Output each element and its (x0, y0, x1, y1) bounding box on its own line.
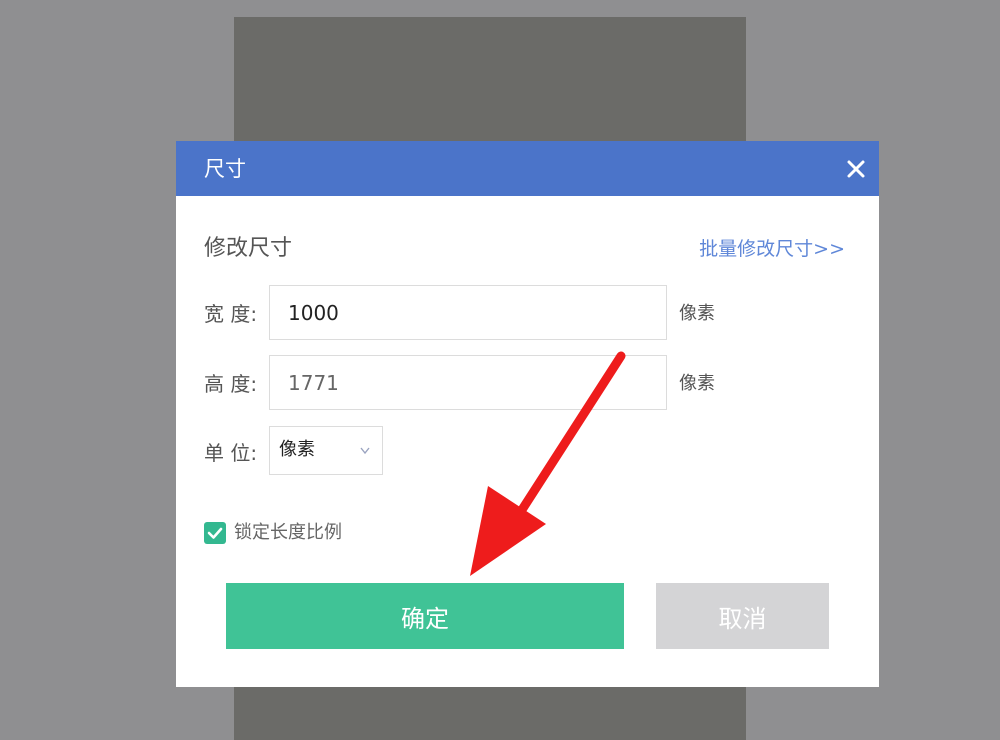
lock-ratio-checkbox[interactable] (204, 522, 226, 544)
screen: 尺寸 修改尺寸 批量修改尺寸>> 宽 度: 像素 高 度: 像素 单 位: 像素 (0, 0, 1000, 740)
close-button[interactable] (841, 154, 871, 184)
confirm-button[interactable]: 确定 (226, 583, 624, 649)
batch-resize-link[interactable]: 批量修改尺寸>> (699, 236, 845, 262)
width-label: 宽 度: (204, 302, 258, 326)
cancel-button[interactable]: 取消 (656, 583, 829, 649)
height-unit: 像素 (679, 373, 715, 394)
height-input[interactable] (269, 355, 667, 410)
size-dialog: 尺寸 修改尺寸 批量修改尺寸>> 宽 度: 像素 高 度: 像素 单 位: 像素 (176, 141, 879, 687)
unit-select-value: 像素 (279, 439, 315, 460)
height-label: 高 度: (204, 372, 258, 396)
section-title: 修改尺寸 (204, 236, 293, 261)
lock-ratio-label: 锁定长度比例 (234, 522, 342, 543)
dialog-header: 尺寸 (176, 141, 879, 196)
width-input[interactable] (269, 285, 667, 340)
unit-select[interactable]: 像素 (269, 426, 383, 475)
checkmark-icon (207, 527, 223, 539)
close-icon (847, 160, 865, 178)
unit-label: 单 位: (204, 441, 258, 465)
chevron-down-icon (360, 447, 370, 455)
width-unit: 像素 (679, 303, 715, 324)
dialog-title: 尺寸 (204, 157, 246, 181)
